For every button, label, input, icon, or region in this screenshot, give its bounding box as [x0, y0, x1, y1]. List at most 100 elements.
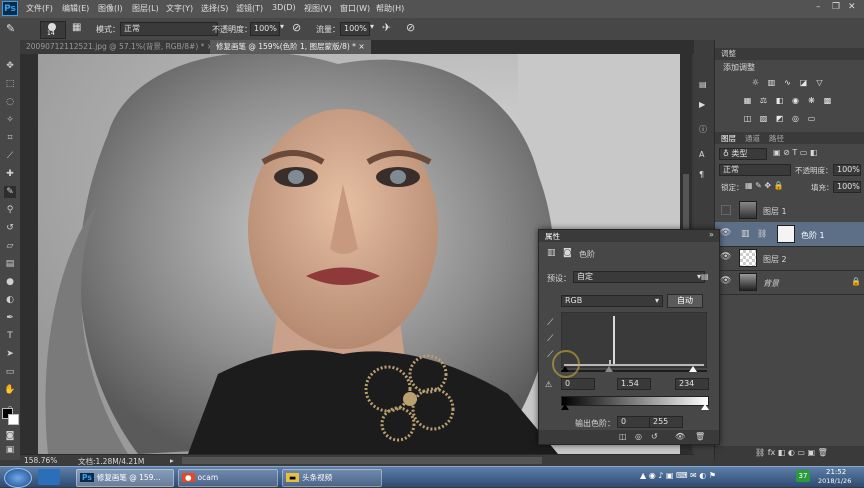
quick-select-tool-icon[interactable]: ✧: [4, 114, 16, 126]
input-gamma-slider[interactable]: [605, 366, 613, 372]
mask-icon[interactable]: ◙: [563, 248, 572, 258]
vibrance-icon[interactable]: ▽: [815, 78, 824, 87]
eye-icon[interactable]: 👁: [720, 252, 731, 262]
tab-layers[interactable]: 图层: [721, 133, 736, 144]
vertical-scrollbar[interactable]: [683, 174, 689, 234]
delete-icon[interactable]: 🗑: [695, 432, 705, 441]
quick-mask-icon[interactable]: ◙: [4, 430, 16, 442]
auto-button[interactable]: 自动: [667, 294, 703, 308]
brush-tool-icon[interactable]: ✎: [4, 186, 16, 198]
output-black-slider[interactable]: [561, 404, 569, 410]
invert-icon[interactable]: ◫: [743, 114, 752, 123]
chain-link-icon[interactable]: ⛓: [757, 229, 767, 238]
eyedropper-tool-icon[interactable]: ⟋: [4, 150, 16, 162]
posterize-icon[interactable]: ▨: [759, 114, 768, 123]
taskbar-video[interactable]: ▬ 头条视频: [282, 469, 382, 487]
levels-icon[interactable]: ▥: [767, 78, 776, 87]
horizontal-scrollbar[interactable]: [182, 457, 542, 464]
layer-filter-select[interactable]: ♁ 类型: [719, 148, 767, 160]
history-panel-icon[interactable]: ▤: [699, 80, 707, 89]
tab-document-2[interactable]: 修复画笔 @ 159%(色阶 1, 图层蒙版/8) * ×: [210, 40, 371, 54]
eye-icon[interactable]: 👁: [720, 276, 731, 286]
character-panel-icon[interactable]: A: [699, 150, 704, 159]
menu-layer[interactable]: 图层(L): [132, 3, 159, 14]
marquee-tool-icon[interactable]: ⬚: [4, 78, 16, 90]
dodge-tool-icon[interactable]: ◐: [4, 294, 16, 306]
clock-time[interactable]: 21:52: [826, 468, 846, 476]
flow-dropdown-icon[interactable]: ▾: [370, 22, 374, 31]
toggle-visibility-icon[interactable]: 👁: [675, 432, 685, 441]
actions-panel-icon[interactable]: ▶: [699, 100, 705, 109]
close-tab-icon[interactable]: ×: [358, 42, 364, 51]
input-white-slider[interactable]: [689, 366, 697, 372]
menu-type[interactable]: 文字(Y): [166, 3, 193, 14]
mode-select[interactable]: 正常: [120, 22, 218, 36]
menu-help[interactable]: 帮助(H): [376, 3, 404, 14]
close-icon[interactable]: ✕: [848, 2, 858, 14]
menu-view[interactable]: 视图(V): [304, 3, 332, 14]
lasso-tool-icon[interactable]: ◌: [4, 96, 16, 108]
history-brush-tool-icon[interactable]: ↺: [4, 222, 16, 234]
reset-icon[interactable]: ↺: [651, 432, 658, 441]
blur-tool-icon[interactable]: ●: [4, 276, 16, 288]
flow-input[interactable]: 100%: [340, 22, 370, 36]
eye-icon[interactable]: 👁: [720, 228, 731, 238]
clip-to-layer-icon[interactable]: ◫: [619, 432, 627, 441]
lock-icons[interactable]: ▦ ✎ ✥ 🔒: [745, 181, 784, 190]
menu-select[interactable]: 选择(S): [201, 3, 228, 14]
adjustments-tab[interactable]: 调整: [715, 48, 864, 60]
gradient-map-icon[interactable]: ▭: [807, 114, 816, 123]
clone-stamp-tool-icon[interactable]: ⚲: [4, 204, 16, 216]
healing-brush-tool-icon[interactable]: ✚: [4, 168, 16, 180]
output-black-field[interactable]: 0: [617, 416, 651, 428]
pressure-opacity-icon[interactable]: ⊘: [292, 21, 301, 34]
menu-edit[interactable]: 编辑(E): [62, 3, 89, 14]
tab-paths[interactable]: 路径: [769, 133, 784, 144]
hue-saturation-icon[interactable]: ▦: [743, 96, 752, 105]
status-menu-arrow-icon[interactable]: ▸: [170, 456, 174, 465]
menu-window[interactable]: 窗口(W): [340, 3, 370, 14]
clock-date[interactable]: 2018/1/26: [818, 477, 851, 485]
menu-3d[interactable]: 3D(D): [272, 3, 296, 12]
gray-eyedropper-icon[interactable]: ⟋: [547, 334, 553, 344]
tray-icons[interactable]: ▲ ◉ ♪ ▣ ⌨ ✉ ◐ ⚑: [640, 471, 716, 480]
paragraph-panel-icon[interactable]: ¶: [699, 170, 704, 179]
shape-tool-icon[interactable]: ▭: [4, 366, 16, 378]
menu-file[interactable]: 文件(F): [26, 3, 53, 14]
fill-input[interactable]: 100%: [833, 181, 861, 193]
type-tool-icon[interactable]: T: [4, 330, 16, 342]
panel-collapse-icon[interactable]: »: [709, 230, 714, 239]
hand-tool-icon[interactable]: ✋: [4, 384, 16, 396]
crop-tool-icon[interactable]: ⌗: [4, 132, 16, 144]
selective-color-icon[interactable]: ◎: [791, 114, 800, 123]
layer-filter-icons[interactable]: ▣ ⊘ T ▭ ◧: [773, 148, 817, 157]
gradient-tool-icon[interactable]: ▤: [4, 258, 16, 270]
opacity-input[interactable]: 100%: [250, 22, 280, 36]
brush-preset-picker[interactable]: 14: [40, 21, 66, 39]
taskbar-ocam[interactable]: ● ocam: [178, 469, 278, 487]
brush-panel-icon[interactable]: ▦: [72, 22, 81, 33]
output-white-field[interactable]: 255: [649, 416, 683, 428]
photo-filter-icon[interactable]: ◉: [791, 96, 800, 105]
ie-icon[interactable]: [38, 469, 60, 485]
visibility-toggle-off[interactable]: [721, 205, 731, 215]
brightness-icon[interactable]: ☼: [751, 78, 760, 87]
input-white-field[interactable]: 234: [675, 378, 709, 390]
tray-badge[interactable]: 37: [796, 470, 810, 482]
curves-icon[interactable]: ∿: [783, 78, 792, 87]
blend-mode-select[interactable]: 正常: [719, 164, 791, 176]
restore-icon[interactable]: ❐: [832, 2, 842, 14]
input-gamma-field[interactable]: 1.54: [617, 378, 651, 390]
menu-image[interactable]: 图像(I): [98, 3, 123, 14]
path-select-tool-icon[interactable]: ➤: [4, 348, 16, 360]
zoom-readout[interactable]: 158.76%: [24, 456, 57, 465]
channel-select[interactable]: RGB ▾: [561, 295, 663, 307]
layer-row-background[interactable]: 👁 背景 🔒: [715, 270, 864, 295]
menu-filter[interactable]: 滤镜(T): [236, 3, 263, 14]
pressure-size-icon[interactable]: ⊘: [406, 21, 415, 34]
start-button[interactable]: [4, 468, 32, 488]
move-tool-icon[interactable]: ✥: [4, 60, 16, 72]
channel-mixer-icon[interactable]: ❋: [807, 96, 816, 105]
clipping-warning-icon[interactable]: ⚠: [545, 380, 552, 389]
input-black-field[interactable]: 0: [561, 378, 595, 390]
